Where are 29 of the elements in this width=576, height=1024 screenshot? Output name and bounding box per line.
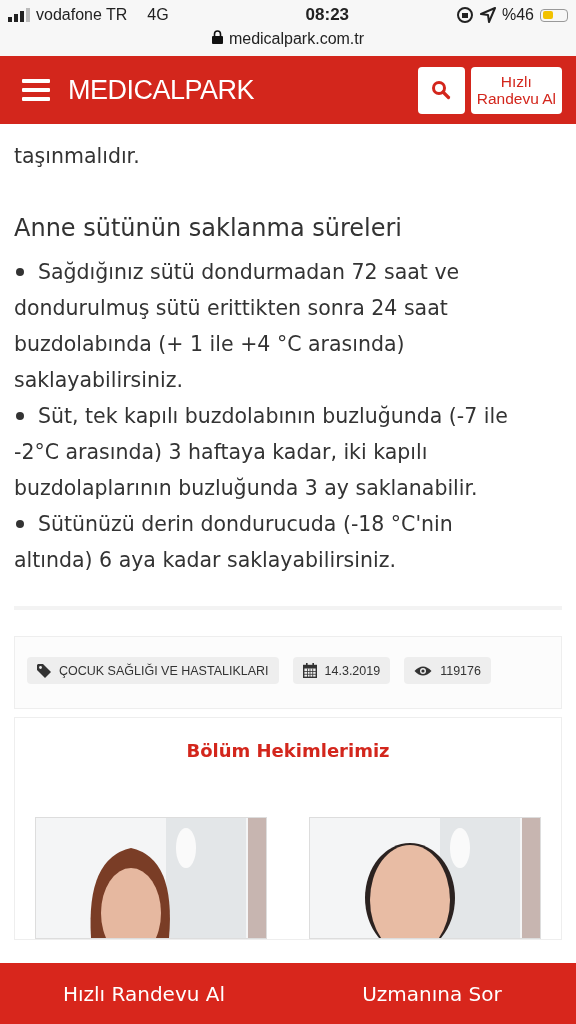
- rotation-lock-icon: [455, 6, 474, 24]
- carrier-name: vodafone TR: [36, 6, 128, 24]
- tag-icon: [37, 663, 51, 678]
- calendar-icon: [302, 663, 317, 678]
- section-heading: Anne sütünün saklanma süreleri: [14, 214, 404, 242]
- bullet-item: Sağdığınız sütü dondurmadan 72 saat ve dondurulmuş sütü erittikten sonra 24 saat buzdolabında (+ 1 ile +4 °C arasında) saklayabilirsiniz.: [14, 259, 461, 394]
- bottom-action-button[interactable]: Uzmanına Sor: [288, 963, 576, 1024]
- bullet-item: Sütünüzü derin dondurucuda (-18 °C'nin altında) 6 aya kadar saklayabilirsiniz.: [14, 511, 454, 574]
- search-icon: [431, 80, 452, 100]
- location-icon: [479, 7, 496, 23]
- eye-icon: [414, 664, 433, 677]
- network-type: 4G: [147, 6, 169, 24]
- battery-percent: %46: [501, 6, 534, 24]
- paragraph: taşınmalıdır.: [14, 143, 141, 170]
- bottom-action-button[interactable]: Hızlı Randevu Al: [0, 963, 288, 1024]
- signal-icon: [8, 8, 30, 22]
- battery-icon: [540, 8, 568, 22]
- search-button[interactable]: [417, 66, 465, 114]
- clock: 08:23: [305, 5, 350, 25]
- logo[interactable]: MEDICALPARK: [68, 74, 418, 106]
- appointment-button[interactable]: Hızlı Randevu Al: [470, 66, 562, 114]
- section-title: Bölüm Hekimlerimiz: [185, 740, 391, 761]
- bullet-item: Süt, tek kapılı buzdolabının buzluğunda (-7 ile -2°C arasında) 3 haftaya kadar, iki kapılı buzdolaplarının buzluğunda 3 ay saklanabilir.: [14, 403, 509, 502]
- date-label: 14.3.2019: [292, 657, 391, 684]
- lock-icon: [211, 30, 223, 44]
- category-tag[interactable]: ÇOCUK SAĞLIĞI VE HASTALIKLARI: [27, 657, 279, 684]
- view-count: 119176: [404, 657, 491, 684]
- menu-icon[interactable]: [22, 79, 50, 101]
- url-text[interactable]: medicalpark.com.tr: [228, 30, 365, 48]
